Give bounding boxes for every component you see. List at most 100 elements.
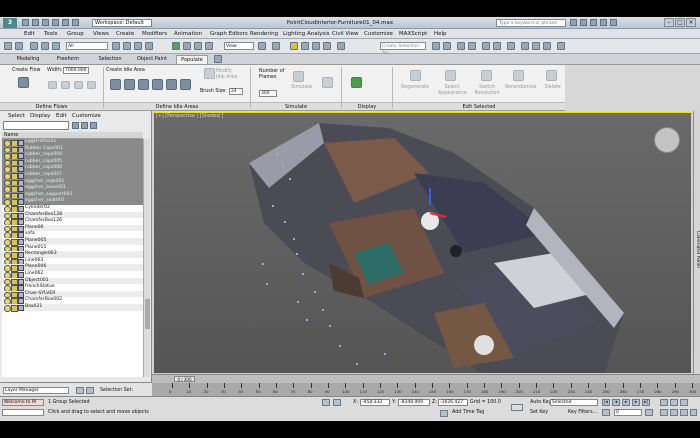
tab-selection[interactable]: Selection — [90, 55, 130, 64]
list-item[interactable]: sofa — [2, 231, 143, 239]
new-file-icon[interactable] — [22, 19, 29, 26]
x-coordinate-input[interactable]: -958.332 — [360, 399, 390, 406]
save-file-icon[interactable] — [42, 19, 49, 26]
snaps-toggle-icon[interactable] — [290, 42, 298, 50]
graphite-toggle-icon[interactable] — [468, 42, 476, 50]
explorer-menu-edit[interactable]: Edit — [56, 112, 67, 120]
list-item[interactable]: Cylinder02 — [2, 205, 143, 213]
menu-maxscript[interactable]: MAXScript — [399, 30, 427, 38]
list-item[interactable]: eggcher_seat001 — [2, 198, 143, 206]
regenerate-button[interactable]: Regenerate — [401, 85, 429, 91]
help-icon[interactable] — [610, 19, 617, 26]
frames-input[interactable]: 300 — [259, 90, 277, 97]
list-item[interactable]: ChamferBox128 — [2, 211, 143, 220]
render-production-icon[interactable] — [543, 42, 551, 50]
viewport-label[interactable]: [+] [Perspective ] [Shaded ] — [156, 114, 223, 119]
material-editor-icon[interactable] — [507, 42, 515, 50]
zoom-extents-icon[interactable] — [680, 399, 688, 406]
menu-animation[interactable]: Animation — [174, 30, 202, 38]
list-item[interactable]: Egg(Flatter01 — [2, 139, 143, 147]
switch-resolution-icon[interactable] — [481, 70, 492, 81]
perspective-viewport[interactable]: [+] [Perspective ] [Shaded ] — [153, 112, 692, 374]
menu-graph-editors[interactable]: Graph Editors — [210, 30, 248, 38]
align-icon[interactable] — [443, 42, 451, 50]
list-item[interactable]: eggcher_legs001 — [2, 178, 143, 187]
undo-icon[interactable] — [52, 19, 59, 26]
rendered-frame-icon[interactable] — [532, 42, 540, 50]
maximize-button[interactable]: □ — [675, 18, 685, 27]
render-iterative-icon[interactable] — [557, 42, 565, 50]
flow-tool-4-icon[interactable] — [87, 81, 96, 89]
add-time-tag-button[interactable]: Add Time Tag — [452, 410, 484, 416]
rerandomize-button[interactable]: Rerandomize — [505, 85, 536, 91]
select-and-rotate-icon[interactable] — [183, 42, 191, 50]
column-header-name[interactable]: Name — [2, 132, 143, 139]
menu-help[interactable]: Help — [434, 30, 447, 38]
open-file-icon[interactable] — [32, 19, 39, 26]
list-item[interactable]: Rectangle063 — [2, 251, 143, 259]
scrollbar-thumb[interactable] — [145, 299, 150, 329]
select-and-scale-icon[interactable] — [194, 42, 202, 50]
menu-group[interactable]: Group — [67, 30, 84, 38]
flow-tool-1-icon[interactable] — [48, 81, 57, 89]
idle-area-3-icon[interactable] — [138, 79, 149, 90]
idle-area-6-icon[interactable] — [180, 79, 191, 90]
list-item[interactable]: eggcher_base001 — [2, 185, 143, 193]
flow-tool-2-icon[interactable] — [61, 81, 70, 89]
project-folder-icon[interactable] — [72, 19, 79, 26]
auto-key-button[interactable]: Auto Key — [530, 400, 551, 406]
delete-icon[interactable] — [546, 70, 557, 81]
time-slider-thumb[interactable]: 0 / 300 — [174, 376, 195, 382]
go-to-start-icon[interactable]: |◂ — [602, 399, 610, 406]
z-coordinate-input[interactable]: -1626.427 — [438, 399, 468, 406]
close-button[interactable]: × — [686, 18, 696, 27]
select-appearance-button[interactable]: Select Appearance — [438, 85, 467, 97]
render-setup-icon[interactable] — [521, 42, 529, 50]
redo-icon[interactable] — [15, 42, 23, 50]
menu-tools[interactable]: Tools — [44, 30, 58, 38]
list-item[interactable]: frenchStatue — [2, 284, 143, 292]
explorer-menu-display[interactable]: Display — [30, 112, 50, 120]
tab-object-paint[interactable]: Object Paint — [130, 55, 174, 64]
orbit-icon[interactable] — [680, 409, 688, 416]
time-tag-icon[interactable] — [440, 410, 448, 417]
layer-icon[interactable] — [76, 387, 84, 394]
explorer-select-icon[interactable] — [81, 122, 88, 129]
explorer-hierarchy-icon[interactable] — [90, 122, 97, 129]
list-item[interactable]: Chair-SYLVER — [2, 290, 143, 299]
layer-filter-icon[interactable] — [86, 387, 94, 394]
track-bar[interactable]: 0 10 20 30 40 50 60 70 80 90 100 110 120 130 140 150 160… — [152, 383, 700, 396]
explorer-filter-input[interactable] — [3, 121, 69, 130]
schematic-view-icon[interactable] — [493, 42, 501, 50]
explorer-search-icon[interactable] — [72, 122, 79, 129]
communication-icon[interactable] — [590, 19, 597, 26]
search-input[interactable]: Type a keyword or phrase — [496, 19, 566, 27]
select-appearance-icon[interactable] — [445, 70, 456, 81]
list-item[interactable]: Object001 — [2, 277, 143, 286]
maximize-viewport-icon[interactable] — [690, 409, 697, 416]
list-item[interactable]: Plane011 — [2, 245, 143, 253]
explorer-menu-customize[interactable]: Customize — [72, 112, 101, 120]
selection-lock-icon[interactable] — [333, 399, 341, 406]
list-item[interactable]: rubber_caps007 — [2, 172, 143, 180]
create-flow-button[interactable] — [18, 77, 29, 88]
subscription-icon[interactable] — [580, 19, 587, 26]
explorer-menu-select[interactable]: Select — [8, 112, 25, 120]
simulate-button[interactable]: Simulate — [291, 85, 312, 91]
key-icon[interactable] — [511, 404, 523, 411]
search-icon[interactable] — [570, 19, 577, 26]
idle-area-2-icon[interactable] — [124, 79, 135, 90]
bind-to-space-warp-icon[interactable] — [52, 42, 60, 50]
favorites-icon[interactable] — [600, 19, 607, 26]
select-manipulate-icon[interactable] — [272, 42, 280, 50]
app-logo-button[interactable]: 3 — [3, 18, 17, 28]
command-panel-collapsed[interactable]: Command Panel — [693, 111, 700, 382]
window-crossing-icon[interactable] — [145, 42, 153, 50]
list-item[interactable]: Line063 — [2, 258, 143, 266]
menu-modifiers[interactable]: Modifiers — [142, 30, 167, 38]
modify-idle-area-icon[interactable] — [204, 68, 215, 79]
angle-snap-icon[interactable] — [301, 42, 309, 50]
isolate-selection-icon[interactable] — [322, 399, 330, 406]
freeze-toggle-icon[interactable] — [11, 305, 18, 312]
mirror-icon[interactable] — [432, 42, 440, 50]
